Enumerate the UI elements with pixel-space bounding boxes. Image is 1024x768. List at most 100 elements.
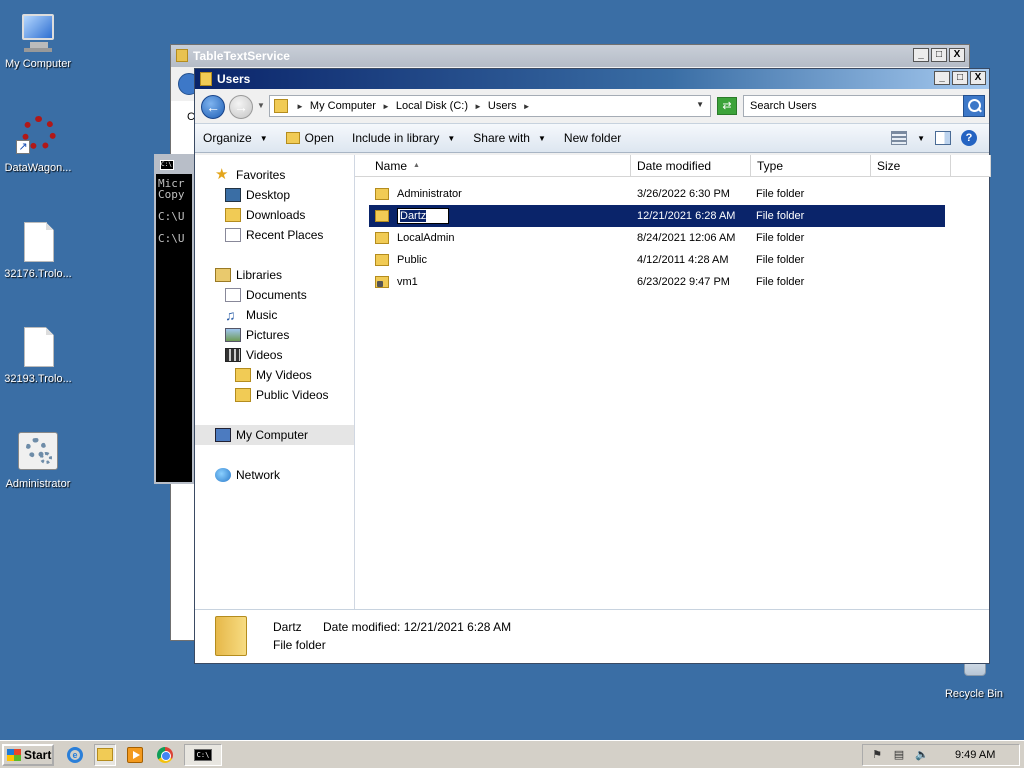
desktop-icon-administrator[interactable]: Administrator — [0, 430, 76, 490]
include-in-library-button[interactable]: Include in library ▼ — [352, 131, 455, 145]
nav-network[interactable]: Network — [195, 465, 354, 485]
folder-icon — [375, 188, 389, 200]
address-row: ← → ▼ ► My Computer ► Local Disk (C:) ► … — [195, 89, 989, 123]
search-input[interactable]: Search Users — [743, 95, 985, 117]
nav-favorites[interactable]: ★ Favorites — [195, 165, 354, 185]
maximize-button[interactable]: □ — [931, 48, 947, 62]
chevron-right-icon[interactable]: ► — [296, 102, 304, 111]
file-row-dartz[interactable]: Dartz 12/21/2021 6:28 AM File folder — [369, 205, 945, 227]
media-player-button[interactable] — [124, 744, 146, 766]
cmd-taskbar-button[interactable]: C:\ — [184, 743, 222, 766]
share-with-button[interactable]: Share with ▼ — [473, 131, 546, 145]
computer-icon — [16, 10, 60, 54]
folder-icon — [274, 99, 288, 113]
document-icon — [16, 325, 60, 369]
nav-documents[interactable]: Documents — [195, 285, 354, 305]
breadcrumb-local-disk[interactable]: ► Local Disk (C:) — [382, 100, 468, 112]
nav-public-videos[interactable]: Public Videos — [195, 385, 354, 405]
pictures-icon — [225, 328, 241, 342]
nav-downloads[interactable]: Downloads — [195, 205, 354, 225]
folder-icon — [235, 388, 251, 402]
organize-button[interactable]: Organize ▼ — [203, 131, 268, 145]
breadcrumb-users[interactable]: ► Users ► — [474, 100, 537, 112]
change-view-icon[interactable] — [891, 131, 908, 145]
background-window-titlebar[interactable]: TableTextService _ □ X — [171, 45, 969, 67]
chevron-right-icon[interactable]: ► — [474, 102, 482, 111]
nav-libraries[interactable]: Libraries — [195, 265, 354, 285]
rename-input[interactable]: Dartz — [397, 208, 449, 224]
chevron-down-icon: ▼ — [259, 133, 268, 143]
nav-recent-places[interactable]: Recent Places — [195, 225, 354, 245]
folder-icon — [176, 49, 188, 62]
preview-pane-icon[interactable] — [935, 131, 951, 145]
internet-explorer-button[interactable]: e — [64, 744, 86, 766]
nav-desktop[interactable]: Desktop — [195, 185, 354, 205]
back-button[interactable]: ← — [201, 95, 225, 119]
nav-pictures[interactable]: Pictures — [195, 325, 354, 345]
cmd-output: Micr Copy C:\U C:\U — [158, 177, 185, 245]
search-icon[interactable] — [963, 95, 985, 117]
chevron-right-icon[interactable]: ► — [523, 102, 531, 111]
nav-my-videos[interactable]: My Videos — [195, 365, 354, 385]
navigation-pane[interactable]: ★ Favorites Desktop Downloads Recent Pla… — [195, 155, 355, 609]
chrome-button[interactable] — [154, 744, 176, 766]
minimize-button[interactable]: _ — [934, 71, 950, 85]
recent-pages-dropdown-icon[interactable]: ▼ — [257, 101, 265, 110]
maximize-button[interactable]: □ — [952, 71, 968, 85]
refresh-button[interactable]: ⇄ — [717, 97, 737, 115]
action-center-flag-icon[interactable]: ⚑ — [871, 748, 883, 762]
breadcrumb-my-computer[interactable]: ► My Computer — [296, 100, 376, 112]
close-button[interactable]: X — [949, 48, 965, 62]
explorer-taskbar-button[interactable] — [94, 743, 116, 766]
file-row-vm1[interactable]: vm1 6/23/2022 9:47 PM File folder — [369, 271, 945, 293]
desktop-icon-label: 32193.Trolo... — [4, 373, 72, 385]
address-dropdown-icon[interactable]: ▼ — [696, 100, 704, 109]
nav-my-computer[interactable]: My Computer — [195, 425, 354, 445]
explorer-titlebar[interactable]: Users _ □ X — [195, 69, 989, 89]
file-row-public[interactable]: Public 4/12/2011 4:28 AM File folder — [369, 249, 945, 271]
cmd-titlebar[interactable]: C:\ — [156, 156, 192, 174]
desktop-icon-datawagon[interactable]: ↗ DataWagon... — [0, 114, 76, 174]
file-row-administrator[interactable]: Administrator 3/26/2022 6:30 PM File fol… — [369, 183, 945, 205]
desktop-icon-label: DataWagon... — [4, 162, 72, 174]
media-player-icon — [127, 746, 143, 763]
command-bar: Organize ▼ Open Include in library ▼ Sha… — [195, 123, 989, 153]
chrome-icon — [157, 746, 173, 763]
close-button[interactable]: X — [970, 71, 986, 85]
desktop-icon-file-32193[interactable]: 32193.Trolo... — [0, 325, 76, 385]
gear-icon — [16, 430, 60, 474]
minimize-button[interactable]: _ — [913, 48, 929, 62]
start-button[interactable]: Start — [2, 743, 54, 766]
new-folder-button[interactable]: New folder — [564, 131, 621, 145]
details-pane: Dartz Date modified: 12/21/2021 6:28 AM … — [195, 609, 989, 663]
desktop-icon-label: 32176.Trolo... — [4, 268, 72, 280]
folder-icon — [235, 368, 251, 382]
column-header-type[interactable]: Type — [751, 155, 871, 176]
volume-icon[interactable]: 🔈 — [915, 748, 929, 762]
file-list-pane[interactable]: Name ▲ Date modified Type Size Administra… — [355, 155, 991, 609]
address-bar[interactable]: ► My Computer ► Local Disk (C:) ► Users … — [269, 95, 711, 117]
view-options-dropdown-icon[interactable]: ▼ — [917, 134, 925, 143]
folder-large-icon — [215, 616, 247, 656]
file-row-localadmin[interactable]: LocalAdmin 8/24/2021 12:06 AM File folde… — [369, 227, 945, 249]
chevron-right-icon[interactable]: ► — [382, 102, 390, 111]
column-headers: Name ▲ Date modified Type Size — [355, 155, 991, 177]
internet-explorer-icon: e — [67, 746, 83, 763]
desktop-icon-file-32176[interactable]: 32176.Trolo... — [0, 220, 76, 280]
network-tray-icon[interactable]: ▤ — [893, 748, 905, 762]
column-header-size[interactable]: Size — [871, 155, 951, 176]
explorer-window[interactable]: Users _ □ X ← → ▼ ► My Computer ► Local … — [194, 68, 991, 664]
explorer-body: ★ Favorites Desktop Downloads Recent Pla… — [195, 155, 991, 609]
open-button[interactable]: Open — [285, 131, 334, 145]
nav-music[interactable]: ♫ Music — [195, 305, 354, 325]
clock[interactable]: 9:49 AM — [955, 749, 995, 761]
command-prompt-icon: C:\ — [194, 748, 212, 761]
command-prompt-window[interactable]: C:\ Micr Copy C:\U C:\U — [154, 154, 194, 484]
column-header-name[interactable]: Name ▲ — [369, 155, 631, 176]
forward-button[interactable]: → — [229, 95, 253, 119]
column-header-date-modified[interactable]: Date modified — [631, 155, 751, 176]
help-icon[interactable]: ? — [961, 130, 977, 146]
desktop-icon-my-computer[interactable]: My Computer — [0, 10, 76, 70]
folder-icon — [375, 232, 389, 244]
nav-videos[interactable]: Videos — [195, 345, 354, 365]
